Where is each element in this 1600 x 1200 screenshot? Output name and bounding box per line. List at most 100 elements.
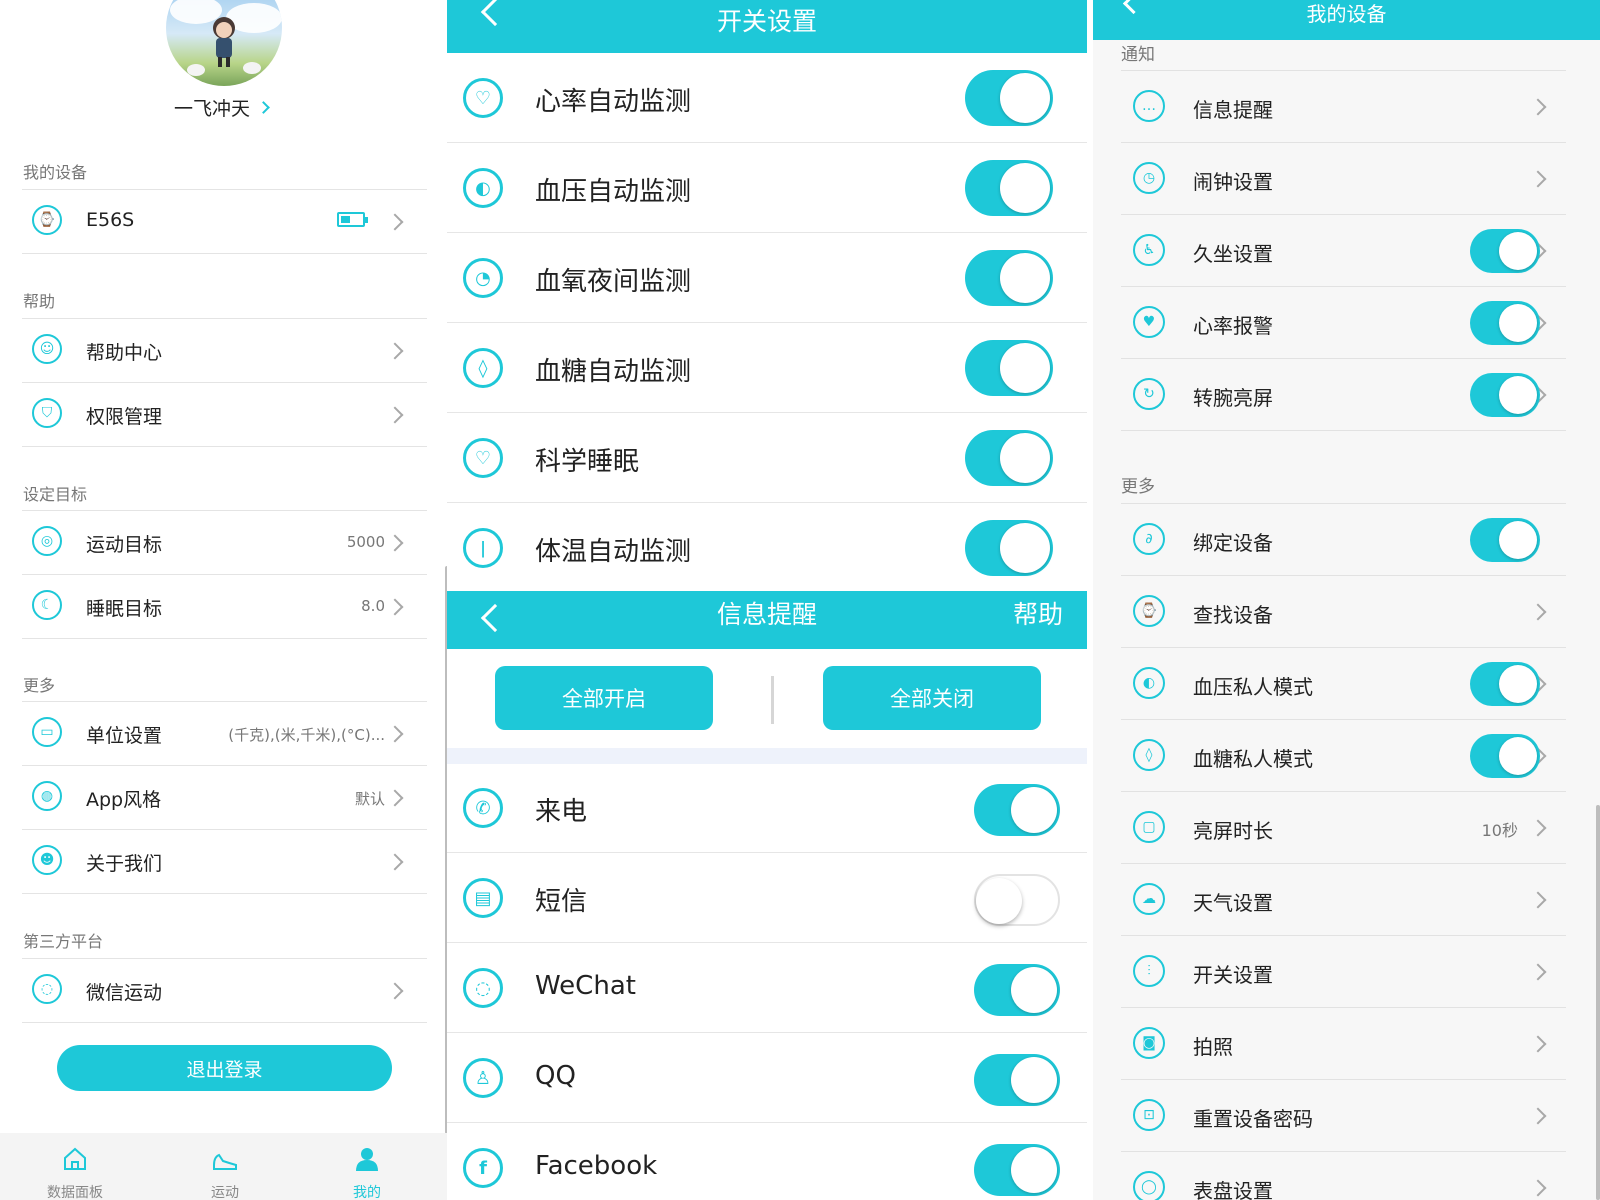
page-title: 我的设备 xyxy=(1306,2,1387,26)
username[interactable]: 一飞冲天 xyxy=(174,94,250,121)
setting-row[interactable]: ◙ 拍照 xyxy=(1121,1008,1566,1080)
toggle-switch[interactable] xyxy=(965,520,1053,576)
tab-dashboard-label: 数据面板 xyxy=(47,1185,103,1200)
setting-label: 闹钟设置 xyxy=(1193,170,1273,194)
device-row[interactable]: ⌚ E56S xyxy=(22,190,427,252)
toggle-switch[interactable] xyxy=(1470,301,1540,345)
setting-label: 亮屏时长 xyxy=(1193,819,1273,843)
app-notify-row: f Facebook xyxy=(447,1123,1087,1200)
chevron-right-icon[interactable] xyxy=(257,101,270,114)
tab-mine-label: 我的 xyxy=(353,1185,381,1200)
page-title: 信息提醒 xyxy=(716,600,817,629)
enable-all-button[interactable]: 全部开启 xyxy=(495,666,713,730)
tab-bar: 数据面板 运动 我的 xyxy=(0,1133,447,1200)
setting-row: ◊ 血糖私人模式 xyxy=(1121,720,1566,792)
people-icon: ☻ xyxy=(32,845,62,875)
toggle-switch[interactable] xyxy=(965,70,1053,126)
switch-label: 科学睡眠 xyxy=(535,447,640,477)
sleep-goal-row[interactable]: ☾ 睡眠目标 8.0 xyxy=(22,575,427,637)
chevron-right-icon xyxy=(1529,819,1547,837)
scrollbar[interactable] xyxy=(1596,805,1600,1200)
toggle-switch[interactable] xyxy=(965,340,1053,396)
help-center-row[interactable]: ☺ 帮助中心 xyxy=(22,319,427,381)
home-icon xyxy=(64,1147,86,1170)
setting-label: 血糖私人模式 xyxy=(1193,747,1313,771)
toggle-switch[interactable] xyxy=(974,874,1060,926)
chevron-right-icon xyxy=(1529,170,1547,188)
toggle-switch[interactable] xyxy=(1470,734,1540,778)
help-link[interactable]: 帮助 xyxy=(1013,595,1063,631)
permission-row[interactable]: ⛉ 权限管理 xyxy=(22,383,427,445)
app-notify-row: ♙ QQ xyxy=(447,1033,1087,1123)
toggle-switch[interactable] xyxy=(974,964,1060,1016)
toggle-switch[interactable] xyxy=(965,250,1053,306)
section-title-more: 更多 xyxy=(23,676,56,695)
tab-dashboard[interactable]: 数据面板 xyxy=(20,1133,130,1200)
toggle-switch[interactable] xyxy=(965,160,1053,216)
section-title-help: 帮助 xyxy=(23,292,56,311)
chevron-right-icon xyxy=(386,406,404,424)
setting-label: 表盘设置 xyxy=(1193,1179,1273,1200)
my-device-header: 我的设备 xyxy=(1093,0,1600,40)
setting-label: 拍照 xyxy=(1193,1035,1233,1059)
chevron-right-icon xyxy=(386,342,404,360)
chevron-right-icon xyxy=(1529,891,1547,909)
switch-label: 体温自动监测 xyxy=(535,537,692,567)
heart-rate-icon: ♡ xyxy=(463,78,503,118)
qq-icon: ♙ xyxy=(463,1058,503,1098)
message-icon: … xyxy=(1133,90,1165,122)
sport-goal-row[interactable]: ◎ 运动目标 5000 xyxy=(22,511,427,573)
divider xyxy=(771,676,774,724)
wechat-sport-row[interactable]: ◌ 微信运动 xyxy=(22,959,427,1021)
about-row[interactable]: ☻ 关于我们 xyxy=(22,830,427,892)
chevron-right-icon xyxy=(1529,1107,1547,1125)
setting-row[interactable]: ⫶ 开关设置 xyxy=(1121,936,1566,1008)
toggle-switch[interactable] xyxy=(965,430,1053,486)
app-notify-label: WeChat xyxy=(535,971,636,1001)
wechat-icon: ◌ xyxy=(463,968,503,1008)
blood-sugar-icon: ◊ xyxy=(463,348,503,388)
toggle-switch[interactable] xyxy=(974,784,1060,836)
toggle-switch[interactable] xyxy=(1470,662,1540,706)
screen-time-icon: ▢ xyxy=(1133,811,1165,843)
wrist-turn-icon: ↻ xyxy=(1133,378,1165,410)
setting-value: 10秒 xyxy=(1481,821,1518,840)
logout-button[interactable]: 退出登录 xyxy=(57,1045,392,1091)
phone-icon: ✆ xyxy=(463,788,503,828)
sleep-heart-icon: ♡ xyxy=(463,438,503,478)
disable-all-button[interactable]: 全部关闭 xyxy=(823,666,1041,730)
tab-mine[interactable]: 我的 xyxy=(312,1133,422,1200)
setting-row[interactable]: ◷ 闹钟设置 xyxy=(1121,143,1566,215)
section-gap xyxy=(447,748,1087,764)
sms-icon: ▤ xyxy=(463,878,503,918)
setting-row: ♿ 久坐设置 xyxy=(1121,215,1566,287)
setting-row[interactable]: ☁ 天气设置 xyxy=(1121,864,1566,936)
setting-row: ∂ 绑定设备 xyxy=(1121,504,1566,576)
units-row[interactable]: ▭ 单位设置 (千克),(米,千米),(°C)... xyxy=(22,702,427,764)
chevron-right-icon xyxy=(386,598,404,616)
blood-oxygen-icon: ◔ xyxy=(463,258,503,298)
app-style-row[interactable]: ◍ App风格 默认 xyxy=(22,766,427,828)
setting-row[interactable]: ◯ 表盘设置 xyxy=(1121,1152,1566,1200)
sleep-goal-label: 睡眠目标 xyxy=(86,598,163,620)
my-device-panel: 我的设备 通知 … 信息提醒 ◷ 闹钟设置 ♿ 久坐设置 ♥ 心率报警 ↻ 转腕… xyxy=(1093,0,1600,1200)
thermometer-icon: ǀ xyxy=(463,528,503,568)
setting-row[interactable]: … 信息提醒 xyxy=(1121,71,1566,143)
switch-row: ǀ 体温自动监测 xyxy=(447,503,1087,593)
units-label: 单位设置 xyxy=(86,725,163,747)
toggle-switch[interactable] xyxy=(1470,518,1540,562)
toggle-switch[interactable] xyxy=(1470,373,1540,417)
toggle-switch[interactable] xyxy=(974,1054,1060,1106)
setting-row[interactable]: ⌚ 查找设备 xyxy=(1121,576,1566,648)
target-icon: ◎ xyxy=(32,526,62,556)
tab-sport[interactable]: 运动 xyxy=(170,1133,280,1200)
avatar[interactable] xyxy=(166,0,282,86)
toggle-knob xyxy=(1000,73,1050,123)
chevron-right-icon xyxy=(386,725,404,743)
toggle-knob xyxy=(1011,967,1057,1013)
setting-row[interactable]: ▢ 亮屏时长 10秒 xyxy=(1121,792,1566,864)
units-value: (千克),(米,千米),(°C)... xyxy=(228,726,385,744)
toggle-switch[interactable] xyxy=(1470,229,1540,273)
toggle-switch[interactable] xyxy=(974,1144,1060,1196)
setting-row[interactable]: ⊡ 重置设备密码 xyxy=(1121,1080,1566,1152)
